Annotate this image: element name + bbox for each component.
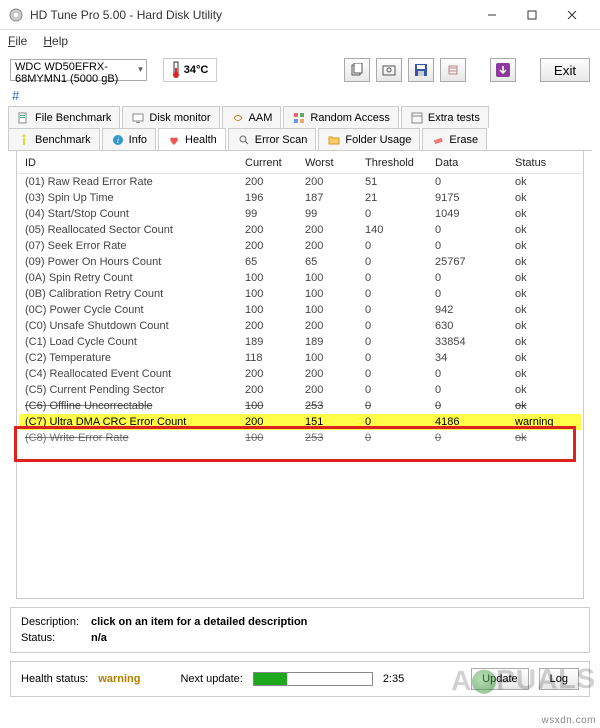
tab-benchmark[interactable]: Benchmark: [8, 128, 100, 150]
table-row[interactable]: (C0) Unsafe Shutdown Count2002000630ok: [19, 318, 581, 334]
header-status[interactable]: Status: [509, 153, 581, 174]
search-icon: [237, 133, 251, 147]
table-row[interactable]: (03) Spin Up Time196187219175ok: [19, 190, 581, 206]
tab-extra-tests[interactable]: Extra tests: [401, 106, 489, 128]
smart-table: ID Current Worst Threshold Data Status (…: [19, 153, 581, 446]
screenshot-button[interactable]: [376, 58, 402, 82]
benchmark-icon: [17, 133, 31, 147]
aam-icon: [231, 111, 245, 125]
drive-name: WDC WD50EFRX-68MYMN1 (5000 gB): [15, 61, 118, 85]
exit-button[interactable]: Exit: [540, 58, 590, 82]
description-value: click on an item for a detailed descript…: [91, 616, 579, 628]
hash-label: #: [0, 88, 600, 102]
table-row[interactable]: (0B) Calibration Retry Count10010000ok: [19, 286, 581, 302]
table-row[interactable]: (05) Reallocated Sector Count2002001400o…: [19, 222, 581, 238]
table-row[interactable]: (C5) Current Pending Sector20020000ok: [19, 382, 581, 398]
site-label: wsxdn.com: [541, 715, 596, 726]
menubar: File Help: [0, 30, 600, 52]
table-row[interactable]: (C2) Temperature118100034ok: [19, 350, 581, 366]
tab-info[interactable]: i Info: [102, 128, 156, 150]
menu-file[interactable]: File: [8, 34, 27, 48]
table-row[interactable]: (C6) Offline Uncorrectable10025300ok: [19, 398, 581, 414]
table-row[interactable]: (C7) Ultra DMA CRC Error Count2001510418…: [19, 414, 581, 430]
toolbar: WDC WD50EFRX-68MYMN1 (5000 gB) ▾ 34°C Ex…: [0, 52, 600, 88]
drive-select[interactable]: WDC WD50EFRX-68MYMN1 (5000 gB) ▾: [10, 59, 147, 81]
titlebar: HD Tune Pro 5.00 - Hard Disk Utility: [0, 0, 600, 30]
random-icon: [292, 111, 306, 125]
header-threshold[interactable]: Threshold: [359, 153, 429, 174]
table-row[interactable]: (09) Power On Hours Count6565025767ok: [19, 254, 581, 270]
maximize-button[interactable]: [512, 2, 552, 28]
file-bench-icon: [17, 111, 31, 125]
save-button[interactable]: [408, 58, 434, 82]
svg-text:i: i: [117, 136, 119, 145]
tab-random-access[interactable]: Random Access: [283, 106, 398, 128]
header-id[interactable]: ID: [19, 153, 239, 174]
folder-icon: [327, 133, 341, 147]
log-button[interactable]: Log: [539, 668, 579, 690]
health-status-value: warning: [98, 673, 140, 685]
table-row[interactable]: (04) Start/Stop Count999901049ok: [19, 206, 581, 222]
window-title: HD Tune Pro 5.00 - Hard Disk Utility: [30, 8, 472, 22]
description-box: Description: click on an item for a deta…: [10, 607, 590, 653]
tab-aam[interactable]: AAM: [222, 106, 282, 128]
health-icon: [167, 133, 181, 147]
description-label: Description:: [21, 616, 91, 628]
table-row[interactable]: (0A) Spin Retry Count10010000ok: [19, 270, 581, 286]
table-row[interactable]: (C8) Write Error Rate10025300ok: [19, 430, 581, 446]
menu-help[interactable]: Help: [43, 34, 68, 48]
table-header-row: ID Current Worst Threshold Data Status: [19, 153, 581, 174]
status-label: Status:: [21, 632, 91, 644]
tab-erase[interactable]: Erase: [422, 128, 487, 150]
thermometer-icon: [172, 61, 180, 79]
table-row[interactable]: (07) Seek Error Rate20020000ok: [19, 238, 581, 254]
info-icon: i: [111, 133, 125, 147]
update-button[interactable]: Update: [471, 668, 528, 690]
temperature-value: 34°C: [184, 64, 209, 76]
tab-container: File Benchmark Disk monitor AAM Random A…: [8, 106, 592, 599]
settings-button[interactable]: [440, 58, 466, 82]
chevron-down-icon: ▾: [138, 64, 143, 75]
minimize-button[interactable]: [472, 2, 512, 28]
time-value: 2:35: [383, 673, 404, 685]
progress-bar: [253, 672, 373, 686]
table-row[interactable]: (0C) Power Cycle Count1001000942ok: [19, 302, 581, 318]
header-data[interactable]: Data: [429, 153, 509, 174]
erase-icon: [431, 133, 445, 147]
app-icon: [8, 7, 24, 23]
copy-button[interactable]: [344, 58, 370, 82]
refresh-button[interactable]: [490, 58, 516, 82]
close-button[interactable]: [552, 2, 592, 28]
tab-health[interactable]: Health: [158, 128, 226, 150]
health-table-container: ID Current Worst Threshold Data Status (…: [16, 151, 584, 599]
tab-folder-usage[interactable]: Folder Usage: [318, 128, 420, 150]
health-status-label: Health status:: [21, 673, 88, 685]
next-update-label: Next update:: [180, 673, 242, 685]
table-row[interactable]: (C1) Load Cycle Count189189033854ok: [19, 334, 581, 350]
temperature-display: 34°C: [163, 58, 218, 82]
status-bar: Health status: warning Next update: 2:35…: [10, 661, 590, 697]
status-value: n/a: [91, 632, 579, 644]
table-row[interactable]: (C4) Reallocated Event Count20020000ok: [19, 366, 581, 382]
monitor-icon: [131, 111, 145, 125]
header-worst[interactable]: Worst: [299, 153, 359, 174]
extra-icon: [410, 111, 424, 125]
lower-panel: Description: click on an item for a deta…: [10, 607, 590, 697]
tab-file-benchmark[interactable]: File Benchmark: [8, 106, 120, 128]
table-row[interactable]: (01) Raw Read Error Rate200200510ok: [19, 174, 581, 191]
tab-disk-monitor[interactable]: Disk monitor: [122, 106, 219, 128]
header-current[interactable]: Current: [239, 153, 299, 174]
tab-error-scan[interactable]: Error Scan: [228, 128, 317, 150]
